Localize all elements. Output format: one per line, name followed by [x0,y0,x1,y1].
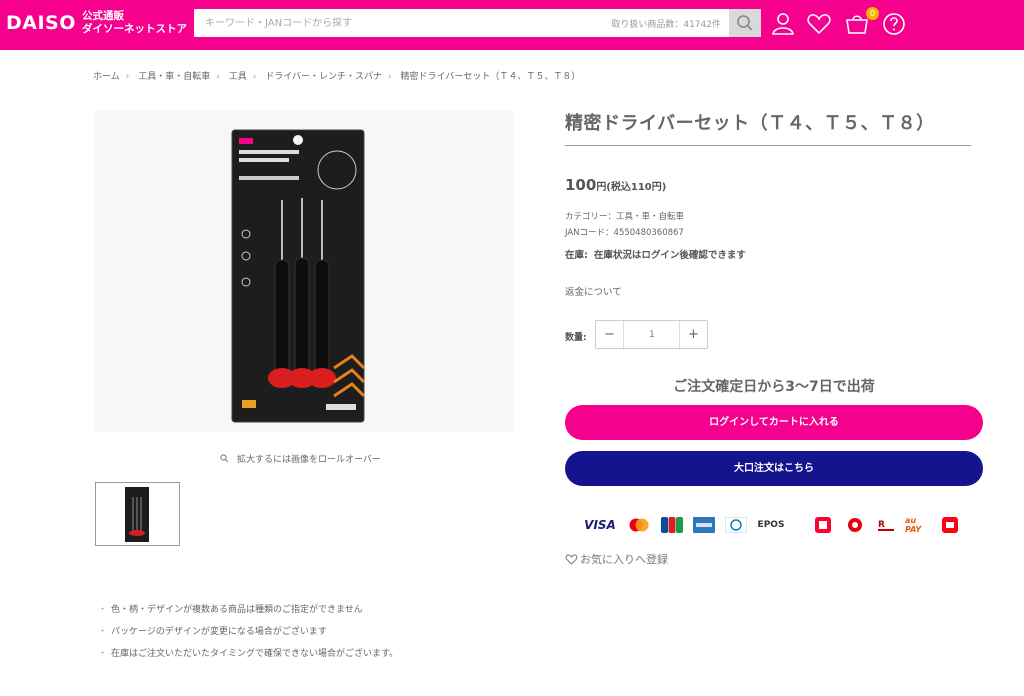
logo-sub-line1: 公式通販 [82,10,124,22]
price-value: 100 [565,176,597,194]
breadcrumb: ホーム › 工具・車・自転車 › 工具 › ドライバー・レンチ・スパナ › 精密ドライバ… [93,72,581,82]
diners-logo [725,514,747,536]
visa-logo: VISA [584,518,616,532]
jan-code: JANコード：4550480360867 [565,228,684,238]
note-item: 在庫はご注文いただいたタイミングで確保できない場合がございます。 [98,646,398,668]
search-input[interactable] [194,9,614,37]
product-main-image[interactable] [94,110,514,432]
note-item: パッケージのデザインが変更になる場合がございます [98,624,398,646]
product-count: 取り扱い商品数：41742件 [611,20,721,30]
site-header: DAISO 公式通販 ダイソーネットストア 取り扱い商品数：41742件 0 [0,0,1024,50]
thumbnail-image [125,487,149,542]
product-category: カテゴリー：工具・車・自転車 [565,212,685,222]
epos-logo: EPOS [757,520,785,530]
breadcrumb-group[interactable]: ドライバー・レンチ・スパナ [265,72,382,82]
product-notes: 色・柄・デザインが複数ある商品は種類のご指定ができません パッケージのデザインが… [98,602,398,668]
shipping-estimate: ご注文確定日から3〜7日で出荷 [673,379,875,395]
heart-icon[interactable] [806,11,832,37]
quantity-label: 数量: [565,333,587,343]
logo-subtitle: 公式通販 ダイソーネットストア [82,10,187,36]
quantity-stepper: − + [595,320,708,349]
cart-count-badge: 0 [866,7,879,20]
jcb-logo [661,514,683,536]
payment-methods: VISA EPOS R au PAY [584,514,975,536]
stock-status: 在庫: 在庫状況はログイン後確認できます [565,247,746,261]
search-bar: 取り扱い商品数：41742件 [194,9,761,37]
product-title: 精密ドライバーセット（Ｔ４、Ｔ５、Ｔ８） [565,113,935,134]
heart-outline-icon [565,554,578,565]
quantity-increase-button[interactable]: + [679,321,707,348]
rakuten-pay-logo: R [875,514,897,536]
breadcrumb-current: 精密ドライバーセット（Ｔ４、Ｔ５、Ｔ８） [400,72,581,82]
bulk-order-button[interactable]: 大口注文はこちら [565,451,983,486]
account-icon[interactable] [770,11,796,37]
product-photo [94,110,514,432]
stock-value: 在庫状況はログイン後確認できます [593,250,746,261]
search-button[interactable] [729,9,761,37]
favorite-label: お気に入りへ登録 [580,553,668,566]
login-add-to-cart-button[interactable]: ログインしてカートに入れる [565,405,983,440]
d-barai-logo [845,514,865,536]
price-tax: 円(税込110円) [596,182,667,193]
quantity-input[interactable] [625,321,679,348]
help-icon[interactable] [881,11,907,37]
mastercard-logo [627,514,651,536]
search-icon [737,15,753,31]
paypay-logo [813,514,833,536]
quantity-decrease-button[interactable]: − [596,321,624,348]
amex-logo [693,514,715,536]
breadcrumb-category[interactable]: 工具・車・自転車 [138,72,210,82]
breadcrumb-home[interactable]: ホーム [93,72,120,82]
add-to-favorites[interactable]: お気に入りへ登録 [565,551,668,567]
title-divider [565,145,971,146]
product-thumbnail[interactable] [95,482,180,546]
merpay-logo [941,514,959,536]
magnifier-icon [220,454,229,463]
svg-text:R: R [878,520,885,530]
breadcrumb-subcategory[interactable]: 工具 [229,72,247,82]
zoom-hint: 拡大するには画像をロールオーバー [220,452,381,465]
logo-sub-line2: ダイソーネットストア [82,23,187,35]
product-price: 100円(税込110円) [565,175,666,194]
refund-link[interactable]: 返金について [565,284,622,298]
au-pay-logo: au PAY [905,516,922,534]
zoom-hint-text: 拡大するには画像をロールオーバー [237,455,381,465]
note-item: 色・柄・デザインが複数ある商品は種類のご指定ができません [98,602,398,624]
stock-label: 在庫: [565,250,588,261]
daiso-logo[interactable]: DAISO [6,12,76,34]
